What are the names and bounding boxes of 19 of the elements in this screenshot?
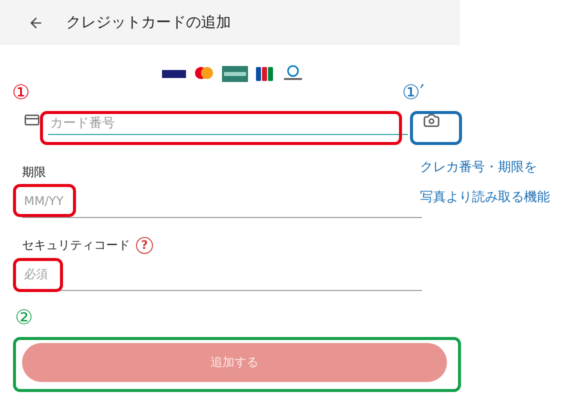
- card-brand-logo-icon: [222, 65, 248, 83]
- annotation-note: 写真より読み取る機能: [420, 189, 550, 206]
- annotation-marker: ①′: [402, 80, 424, 104]
- page-title: クレジットカードの追加: [66, 13, 231, 32]
- annotation-marker: ②: [15, 305, 33, 329]
- credit-card-icon: [24, 112, 40, 128]
- annotation-note: クレカ番号・期限を: [420, 159, 537, 176]
- camera-icon: [423, 112, 440, 128]
- expiry-field[interactable]: MM/YY: [22, 185, 422, 218]
- card-number-field[interactable]: カード番号: [48, 105, 408, 135]
- help-icon[interactable]: ?: [136, 236, 153, 254]
- card-brand-logo-icon: [282, 65, 304, 83]
- security-code-field[interactable]: 必須: [22, 258, 422, 291]
- field-label: 期限: [22, 164, 46, 180]
- annotation-marker: ①: [12, 80, 30, 104]
- highlight-frame: [410, 111, 462, 145]
- card-brand-logo-icon: [256, 65, 274, 83]
- field-label: セキュリティコード: [22, 236, 130, 254]
- camera-button[interactable]: [423, 112, 440, 128]
